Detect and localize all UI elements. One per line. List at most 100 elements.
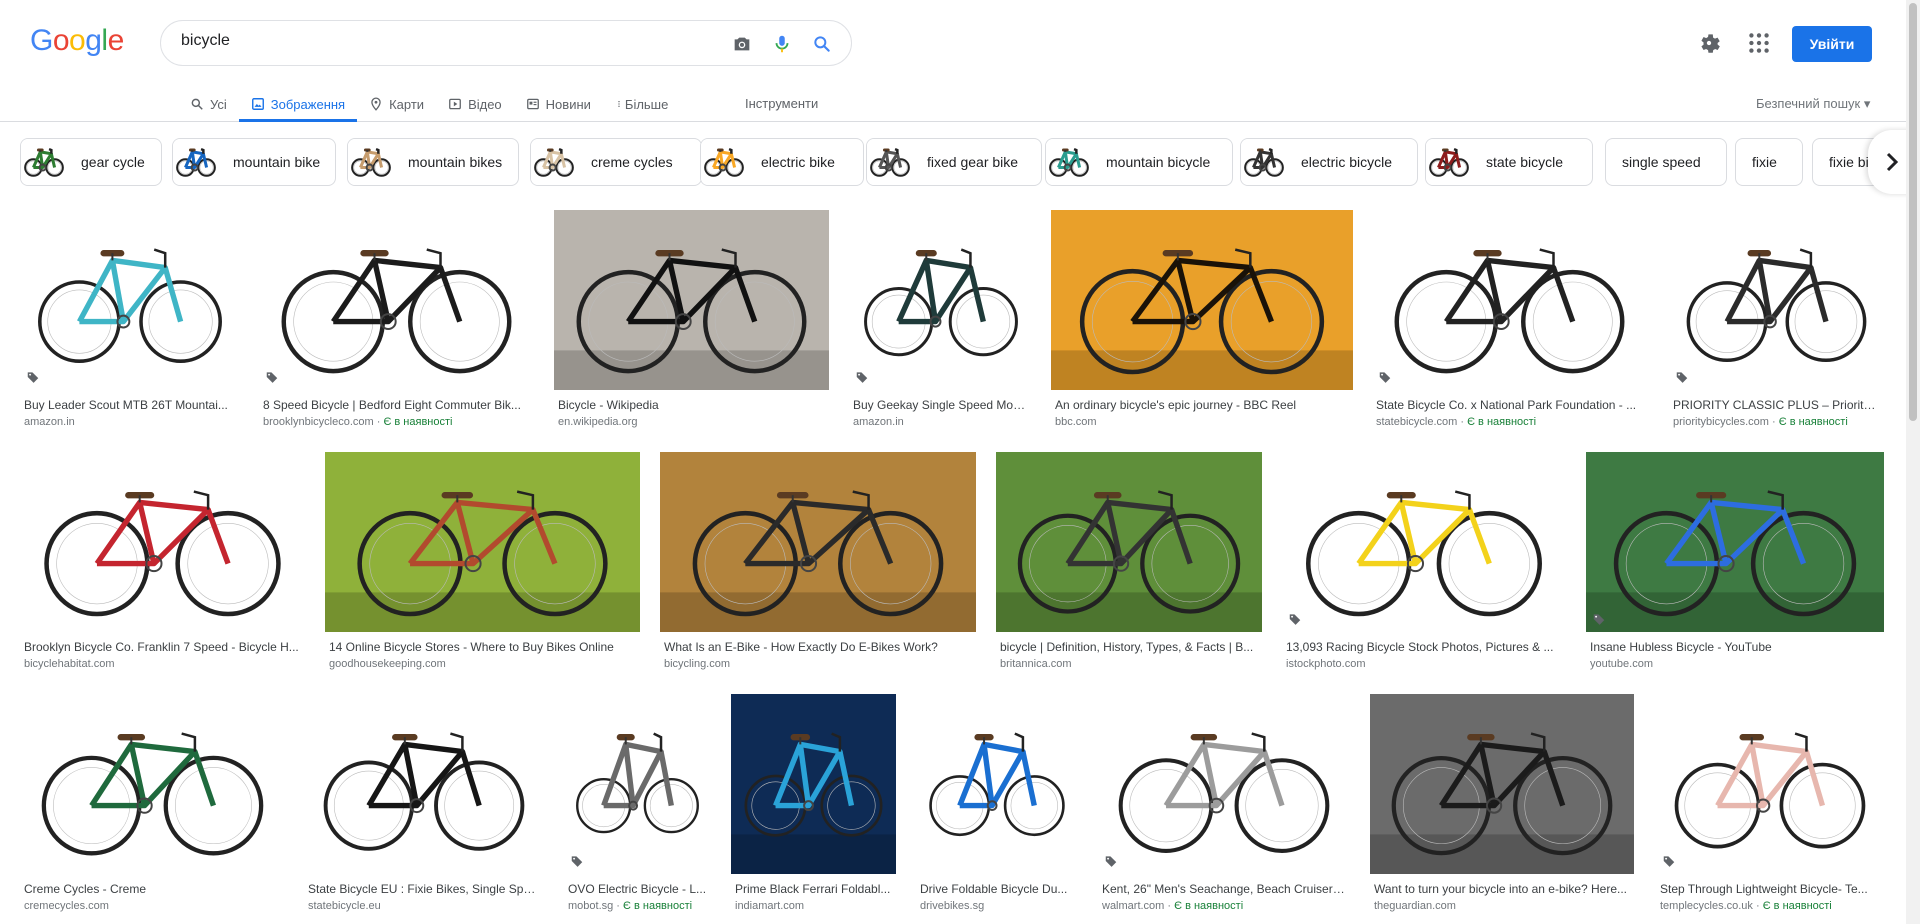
gear-icon[interactable] xyxy=(1696,30,1722,56)
tab-3[interactable]: Відео xyxy=(436,86,514,122)
image-result-card[interactable]: Step Through Lightweight Bicycle- Te... t… xyxy=(1656,694,1884,914)
image-result-card[interactable]: State Bicycle EU : Fixie Bikes, Single S… xyxy=(304,694,544,914)
chip-label: electric bike xyxy=(761,154,835,170)
result-thumbnail[interactable] xyxy=(916,694,1078,874)
result-title[interactable]: Creme Cycles - Creme xyxy=(24,882,281,896)
result-title[interactable]: State Bicycle EU : Fixie Bikes, Single S… xyxy=(308,882,540,896)
tools-button[interactable]: Інструменти xyxy=(745,86,818,122)
chip-related-search[interactable]: state bicycle xyxy=(1425,138,1593,186)
result-thumbnail[interactable] xyxy=(20,210,240,390)
tab-label: Відео xyxy=(468,96,502,112)
result-source: amazon.in xyxy=(853,416,1029,428)
result-title[interactable]: An ordinary bicycle's epic journey - BBC… xyxy=(1055,398,1349,412)
image-result-card[interactable]: bicycle | Definition, History, Types, & … xyxy=(996,452,1262,672)
image-result-card[interactable]: 14 Online Bicycle Stores - Where to Buy … xyxy=(325,452,640,672)
chip-related-search[interactable]: electric bike xyxy=(700,138,864,186)
chip-related-search[interactable]: mountain bikes xyxy=(347,138,519,186)
chip-related-search[interactable]: electric bicycle xyxy=(1240,138,1418,186)
result-domain: bicyclehabitat.com xyxy=(24,658,115,670)
result-thumbnail[interactable] xyxy=(564,694,711,874)
result-thumbnail[interactable] xyxy=(554,210,829,390)
search-icon[interactable] xyxy=(809,31,835,57)
result-title[interactable]: Kent, 26" Men's Seachange, Beach Cruiser… xyxy=(1102,882,1346,896)
result-title[interactable]: Brooklyn Bicycle Co. Franklin 7 Speed - … xyxy=(24,640,301,654)
search-input[interactable] xyxy=(181,32,681,50)
result-title[interactable]: OVO Electric Bicycle - L... xyxy=(568,882,707,896)
image-result-card[interactable]: Buy Leader Scout MTB 26T Mountai... amazo… xyxy=(20,210,240,430)
chip-related-search[interactable]: gear cycle xyxy=(20,138,162,186)
result-thumbnail[interactable] xyxy=(1656,694,1884,874)
result-title[interactable]: 14 Online Bicycle Stores - Where to Buy … xyxy=(329,640,636,654)
result-thumbnail[interactable] xyxy=(996,452,1262,632)
result-title[interactable]: What Is an E-Bike - How Exactly Do E-Bik… xyxy=(664,640,972,654)
image-result-card[interactable]: Bicycle - Wikipedia en.wikipedia.org xyxy=(554,210,829,430)
result-title[interactable]: Drive Foldable Bicycle Du... xyxy=(920,882,1074,896)
image-result-card[interactable]: Creme Cycles - Creme cremecycles.com xyxy=(20,694,285,914)
result-title[interactable]: Buy Leader Scout MTB 26T Mountai... xyxy=(24,398,236,412)
image-result-card[interactable]: What Is an E-Bike - How Exactly Do E-Bik… xyxy=(660,452,976,672)
image-result-card[interactable]: OVO Electric Bicycle - L... mobot.sg · Є … xyxy=(564,694,711,914)
tab-2[interactable]: Карти xyxy=(357,86,436,122)
result-thumbnail[interactable] xyxy=(259,210,534,390)
result-title[interactable]: 13,093 Racing Bicycle Stock Photos, Pict… xyxy=(1286,640,1562,654)
image-result-card[interactable]: 8 Speed Bicycle | Bedford Eight Commuter… xyxy=(259,210,534,430)
result-title[interactable]: bicycle | Definition, History, Types, & … xyxy=(1000,640,1258,654)
image-result-card[interactable]: Drive Foldable Bicycle Du... drivebikes.s… xyxy=(916,694,1078,914)
result-thumbnail[interactable] xyxy=(304,694,544,874)
signin-button[interactable]: Увійти xyxy=(1792,26,1872,62)
result-thumbnail[interactable] xyxy=(20,452,305,632)
product-tag-icon xyxy=(1662,854,1676,868)
google-logo[interactable]: Google xyxy=(30,24,124,58)
apps-grid-icon[interactable] xyxy=(1746,30,1772,56)
tab-1[interactable]: Зображення xyxy=(238,86,358,122)
safesearch-dropdown[interactable]: Безпечний пошук ▾ xyxy=(1756,86,1870,122)
result-title[interactable]: 8 Speed Bicycle | Bedford Eight Commuter… xyxy=(263,398,530,412)
image-result-card[interactable]: 13,093 Racing Bicycle Stock Photos, Pict… xyxy=(1282,452,1566,672)
result-title[interactable]: Prime Black Ferrari Foldabl... xyxy=(735,882,892,896)
chip-related-search[interactable]: fixie xyxy=(1735,138,1803,186)
scrollbar[interactable] xyxy=(1906,0,1920,924)
chip-related-search[interactable]: mountain bicycle xyxy=(1045,138,1233,186)
logo-letter: o xyxy=(52,24,70,57)
result-title[interactable]: Insane Hubless Bicycle - YouTube xyxy=(1590,640,1880,654)
result-title[interactable]: Buy Geekay Single Speed Mou... xyxy=(853,398,1029,412)
result-thumbnail[interactable] xyxy=(660,452,976,632)
tab-4[interactable]: Новини xyxy=(514,86,603,122)
result-title[interactable]: State Bicycle Co. x National Park Founda… xyxy=(1376,398,1643,412)
result-title[interactable]: Step Through Lightweight Bicycle- Te... xyxy=(1660,882,1880,896)
result-title[interactable]: Bicycle - Wikipedia xyxy=(558,398,825,412)
image-result-card[interactable]: Insane Hubless Bicycle - YouTube youtube.… xyxy=(1586,452,1884,672)
result-thumbnail[interactable] xyxy=(1370,694,1634,874)
result-title[interactable]: Want to turn your bicycle into an e-bike… xyxy=(1374,882,1630,896)
image-result-card[interactable]: Kent, 26" Men's Seachange, Beach Cruiser… xyxy=(1098,694,1350,914)
search-box[interactable] xyxy=(160,20,852,66)
chip-related-search[interactable]: fixed gear bike xyxy=(866,138,1042,186)
result-thumbnail[interactable] xyxy=(731,694,896,874)
chip-related-search[interactable]: creme cycles xyxy=(530,138,702,186)
result-thumbnail[interactable] xyxy=(1372,210,1647,390)
result-thumbnail[interactable] xyxy=(849,210,1033,390)
image-result-card[interactable]: PRIORITY CLASSIC PLUS – Priority ... prio… xyxy=(1669,210,1884,430)
result-thumbnail[interactable] xyxy=(325,452,640,632)
tab-0[interactable]: Усі xyxy=(178,86,239,122)
tab-5[interactable]: Більше xyxy=(603,86,680,122)
image-result-card[interactable]: Prime Black Ferrari Foldabl... indiamart.… xyxy=(731,694,896,914)
result-thumbnail[interactable] xyxy=(1586,452,1884,632)
image-result-card[interactable]: Want to turn your bicycle into an e-bike… xyxy=(1370,694,1634,914)
microphone-icon[interactable] xyxy=(769,31,795,57)
result-thumbnail[interactable] xyxy=(1098,694,1350,874)
logo-letter: g xyxy=(85,24,102,57)
image-result-card[interactable]: An ordinary bicycle's epic journey - BBC… xyxy=(1051,210,1353,430)
camera-icon[interactable] xyxy=(729,31,755,57)
result-title[interactable]: PRIORITY CLASSIC PLUS – Priority ... xyxy=(1673,398,1880,412)
chip-related-search[interactable]: mountain bike xyxy=(172,138,336,186)
image-result-card[interactable]: State Bicycle Co. x National Park Founda… xyxy=(1372,210,1647,430)
result-thumbnail[interactable] xyxy=(1051,210,1353,390)
chip-related-search[interactable]: single speed xyxy=(1605,138,1727,186)
image-result-card[interactable]: Buy Geekay Single Speed Mou... amazon.in xyxy=(849,210,1033,430)
result-thumbnail[interactable] xyxy=(1282,452,1566,632)
image-result-card[interactable]: Brooklyn Bicycle Co. Franklin 7 Speed - … xyxy=(20,452,305,672)
result-thumbnail[interactable] xyxy=(20,694,285,874)
scrollbar-thumb[interactable] xyxy=(1909,3,1917,421)
result-thumbnail[interactable] xyxy=(1669,210,1884,390)
